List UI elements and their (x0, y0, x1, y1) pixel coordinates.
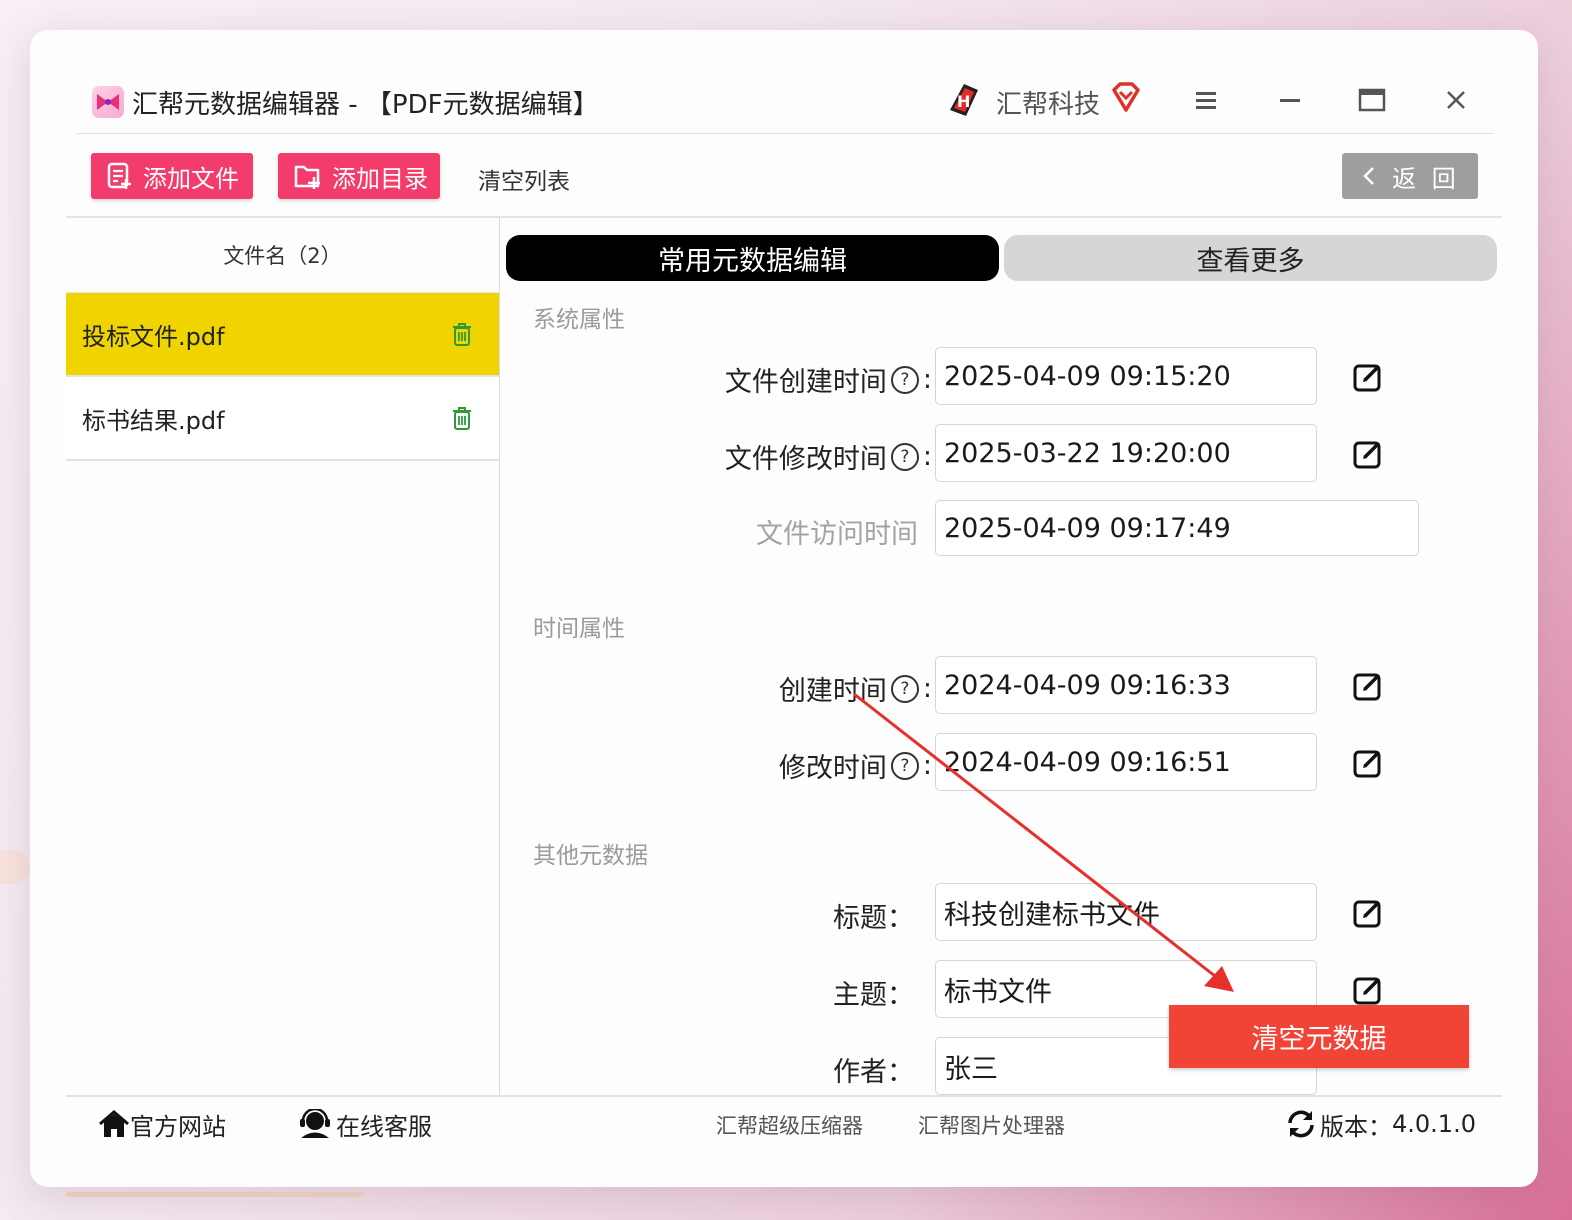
home-icon (99, 1110, 129, 1137)
add-directory-label: 添加目录 (332, 164, 428, 193)
section-system-properties: 系统属性 (533, 307, 625, 333)
svg-text:H: H (957, 92, 970, 111)
brand-name: 汇帮科技 (996, 90, 1101, 120)
edit-icon[interactable] (1352, 670, 1384, 702)
app-logo-icon (92, 86, 124, 118)
add-file-label: 添加文件 (143, 164, 239, 193)
official-website-link[interactable]: 官方网站 (98, 1106, 226, 1142)
trash-icon[interactable] (451, 321, 473, 347)
add-file-button[interactable]: 添加文件 (91, 153, 253, 199)
folder-add-icon (294, 165, 320, 189)
file-list-header: 文件名（2） (66, 218, 499, 294)
file-modified-label: 文件修改时间?: (724, 441, 932, 475)
file-list-item[interactable]: 投标文件.pdf (66, 293, 499, 377)
window-title: 汇帮元数据编辑器 - 【PDF元数据编辑】 (132, 90, 599, 120)
refresh-icon (1288, 1110, 1314, 1138)
file-accessed-label: 文件访问时间 (756, 519, 918, 550)
divider (76, 133, 1494, 134)
menu-icon[interactable] (1186, 80, 1226, 120)
help-icon[interactable]: ? (890, 442, 919, 471)
compressor-link[interactable]: 汇帮超级压缩器 (716, 1108, 863, 1142)
support-icon (300, 1109, 330, 1138)
file-name: 投标文件.pdf (82, 322, 225, 351)
edit-icon[interactable] (1352, 897, 1384, 929)
file-name: 标书结果.pdf (82, 406, 225, 435)
clear-list-button[interactable]: 清空列表 (478, 162, 570, 196)
trash-icon[interactable] (451, 405, 473, 431)
online-support-link[interactable]: 在线客服 (298, 1106, 432, 1142)
tab-common-metadata[interactable]: 常用元数据编辑 (506, 235, 999, 281)
file-created-label: 文件创建时间?: (724, 364, 932, 398)
file-list-item[interactable]: 标书结果.pdf (66, 377, 499, 461)
add-directory-button[interactable]: 添加目录 (278, 153, 440, 199)
file-accessed-field: 2025-04-09 09:17:49 (935, 500, 1419, 556)
back-label: 返 回 (1392, 164, 1460, 193)
file-created-field[interactable]: 2025-04-09 09:15:20 (935, 347, 1317, 405)
image-processor-link[interactable]: 汇帮图片处理器 (918, 1108, 1065, 1142)
version-info[interactable]: 版本： 4.0.1.0 (1286, 1106, 1476, 1142)
help-icon[interactable]: ? (890, 365, 919, 394)
file-add-icon (107, 162, 131, 189)
minimize-icon[interactable] (1270, 80, 1310, 120)
brand-logo-icon: H (944, 80, 984, 120)
divider (66, 1095, 1502, 1097)
author-label: 作者： (833, 1057, 914, 1088)
edit-icon[interactable] (1352, 974, 1384, 1006)
annotation-arrow (853, 692, 1234, 992)
file-modified-field[interactable]: 2025-03-22 19:20:00 (935, 424, 1317, 482)
tab-view-more[interactable]: 查看更多 (1004, 235, 1497, 281)
background-decoration (66, 1192, 364, 1197)
back-button[interactable]: 返 回 (1342, 153, 1478, 199)
background-decoration (0, 850, 30, 884)
clear-metadata-button[interactable]: 清空元数据 (1169, 1005, 1469, 1068)
maximize-icon[interactable] (1352, 80, 1392, 120)
close-icon[interactable] (1436, 80, 1476, 120)
section-other-metadata: 其他元数据 (533, 843, 648, 869)
edit-icon[interactable] (1352, 361, 1384, 393)
chevron-left-icon (1363, 167, 1375, 185)
edit-icon[interactable] (1352, 438, 1384, 470)
heart-icon[interactable] (1110, 82, 1142, 114)
edit-icon[interactable] (1352, 747, 1384, 779)
section-time-properties: 时间属性 (533, 616, 625, 642)
